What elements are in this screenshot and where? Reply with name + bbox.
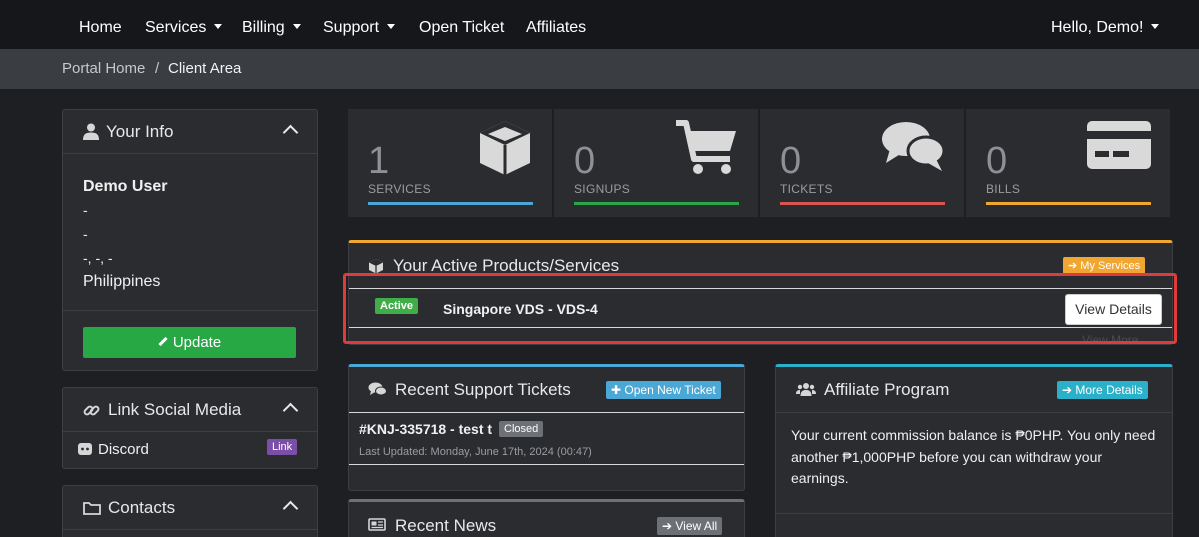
address-line-1: - (83, 202, 88, 218)
recent-news-panel: Recent News ➔ View All (348, 499, 745, 537)
social-media-panel: Link Social Media Discord Link (62, 387, 318, 469)
social-media-header[interactable]: Link Social Media (63, 388, 317, 432)
nav-billing-label: Billing (242, 19, 285, 36)
nav-billing[interactable]: Billing (242, 19, 301, 37)
stat-value: 0 (574, 140, 596, 182)
stat-label: SIGNUPS (574, 182, 631, 196)
more-details-label: More Details (1075, 383, 1143, 397)
divider (349, 412, 744, 413)
affiliate-panel: Affiliate Program ➔ More Details Your cu… (775, 364, 1173, 537)
view-all-label: View All (675, 519, 718, 533)
pencil-icon (158, 336, 168, 347)
divider (776, 513, 1172, 514)
selection-highlight (343, 273, 1177, 344)
stat-label: TICKETS (780, 182, 833, 196)
nav-support-label: Support (323, 19, 380, 36)
chevron-up-icon[interactable] (282, 500, 299, 517)
divider (349, 464, 744, 465)
user-greeting: Hello, Demo! (1051, 19, 1144, 36)
stat-value: 1 (368, 140, 390, 182)
contacts-panel: Contacts (62, 485, 318, 537)
recent-news-title: Recent News (395, 516, 497, 535)
social-media-title: Link Social Media (108, 400, 242, 419)
cube-icon (480, 121, 530, 175)
chevron-up-icon[interactable] (282, 402, 299, 419)
contacts-header[interactable]: Contacts (63, 486, 317, 530)
stat-label: BILLS (986, 182, 1021, 196)
divider (776, 412, 1172, 413)
more-details-button[interactable]: ➔ More Details (1057, 381, 1148, 399)
open-new-ticket-label: Open New Ticket (624, 383, 716, 397)
caret-down-icon (1151, 24, 1160, 29)
stat-value: 0 (986, 140, 1008, 182)
chevron-up-icon[interactable] (282, 124, 299, 141)
cube-icon (369, 259, 383, 274)
caret-down-icon (214, 24, 223, 29)
newspaper-icon (368, 518, 386, 531)
credit-card-icon (1087, 121, 1151, 169)
cart-icon (676, 120, 736, 174)
ticket-status-badge: Closed (499, 421, 544, 437)
divider (63, 310, 317, 311)
nav-affiliates[interactable]: Affiliates (526, 19, 586, 37)
update-button-label: Update (172, 334, 222, 351)
support-tickets-panel: Recent Support Tickets ✚ Open New Ticket… (348, 364, 745, 491)
ticket-last-updated: Last Updated: Monday, June 17th, 2024 (0… (359, 446, 592, 458)
affiliate-title: Affiliate Program (824, 380, 950, 399)
breadcrumb-separator: / (155, 60, 160, 77)
nav-services-label: Services (145, 19, 207, 36)
stat-underline (986, 202, 1151, 205)
stat-services[interactable]: 1 SERVICES (348, 109, 552, 217)
update-button[interactable]: Update (83, 327, 296, 358)
stat-value: 0 (780, 140, 802, 182)
stat-tickets[interactable]: 0 TICKETS (760, 109, 964, 217)
link-icon (83, 405, 100, 416)
nav-services[interactable]: Services (145, 19, 223, 37)
contacts-title: Contacts (108, 498, 176, 517)
affiliate-commission-text: Your current commission balance is ₱0PHP… (791, 427, 1156, 486)
nav-user-menu[interactable]: Hello, Demo! (1051, 19, 1160, 37)
nav-support[interactable]: Support (323, 19, 396, 37)
open-new-ticket-button[interactable]: ✚ Open New Ticket (606, 381, 721, 399)
nav-open-ticket[interactable]: Open Ticket (419, 19, 504, 37)
breadcrumb-current: Client Area (168, 60, 242, 77)
your-info-title: Your Info (106, 122, 174, 141)
users-icon (796, 383, 816, 396)
comments-icon (368, 382, 387, 396)
stat-signups[interactable]: 0 SIGNUPS (554, 109, 758, 217)
my-services-button[interactable]: ➔ My Services (1063, 257, 1146, 274)
caret-down-icon (387, 24, 396, 29)
your-info-header[interactable]: Your Info (63, 110, 317, 154)
ticket-title[interactable]: #KNJ-335718 - test t (359, 421, 492, 437)
stat-underline (780, 202, 945, 205)
top-navbar: Home Services Billing Support Open Ticke… (0, 0, 1199, 49)
address-line-2: - (83, 226, 88, 242)
nav-home[interactable]: Home (79, 19, 122, 37)
caret-down-icon (292, 24, 301, 29)
discord-icon (78, 443, 92, 455)
breadcrumb: Portal Home / Client Area (0, 49, 1199, 89)
address-city-state: -, -, - (83, 250, 113, 266)
view-all-news-button[interactable]: ➔ View All (657, 517, 723, 535)
user-icon (83, 123, 99, 140)
your-info-panel: Your Info Demo User - - -, -, - Philippi… (62, 109, 318, 371)
comments-icon (882, 122, 946, 171)
discord-label: Discord (98, 441, 149, 458)
folder-icon (83, 502, 101, 515)
client-name: Demo User (83, 178, 168, 195)
stat-label: SERVICES (368, 182, 431, 196)
stat-bills[interactable]: 0 BILLS (966, 109, 1170, 217)
breadcrumb-portal-home[interactable]: Portal Home (62, 60, 145, 77)
stat-underline (368, 202, 533, 205)
support-tickets-title: Recent Support Tickets (395, 380, 571, 399)
my-services-label: My Services (1080, 260, 1141, 272)
client-country: Philippines (83, 273, 161, 290)
stat-underline (574, 202, 739, 205)
discord-link-badge[interactable]: Link (267, 439, 298, 455)
